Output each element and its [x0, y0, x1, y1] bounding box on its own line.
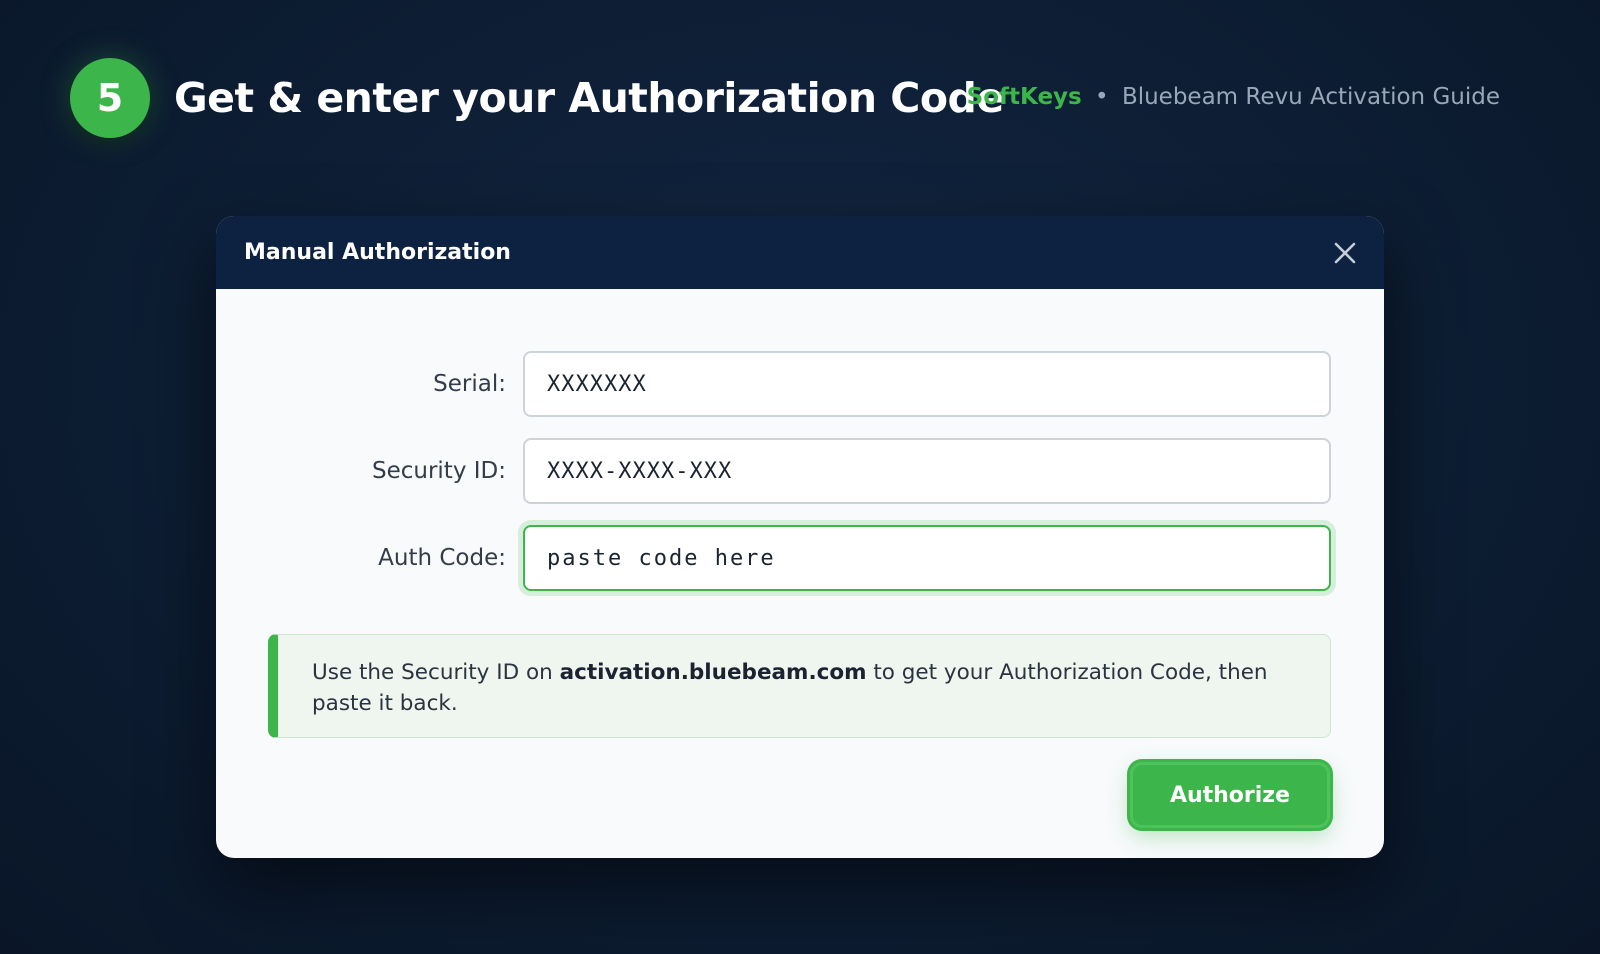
brand-name: SoftKeys: [966, 84, 1082, 110]
info-callout: Use the Security ID on activation.bluebe…: [268, 634, 1331, 738]
close-button[interactable]: [1330, 238, 1360, 268]
close-icon: [1334, 242, 1356, 264]
auth-code-row: Auth Code:: [216, 525, 1384, 591]
dialog-title: Manual Authorization: [244, 240, 511, 265]
dialog-titlebar: Manual Authorization: [216, 216, 1384, 289]
guide-header: 5 Get & enter your Authorization Code So…: [70, 58, 1500, 138]
activation-url: activation.bluebeam.com: [559, 660, 867, 685]
security-id-input[interactable]: [523, 438, 1331, 504]
brand-separator: •: [1095, 84, 1109, 110]
authorize-button[interactable]: Authorize: [1130, 762, 1330, 828]
serial-input[interactable]: [523, 351, 1331, 417]
info-text-prefix: Use the Security ID on: [312, 660, 560, 685]
brand-line: SoftKeys • Bluebeam Revu Activation Guid…: [967, 84, 1500, 110]
auth-code-input[interactable]: [523, 525, 1331, 591]
security-id-row: Security ID:: [216, 438, 1384, 504]
guide-title: Bluebeam Revu Activation Guide: [1121, 84, 1500, 110]
serial-row: Serial:: [216, 351, 1384, 417]
step-number-badge: 5: [70, 58, 150, 138]
manual-authorization-dialog: Manual Authorization Serial: Security ID…: [216, 216, 1384, 858]
auth-code-label: Auth Code:: [378, 545, 506, 571]
page-title: Get & enter your Authorization Code: [174, 74, 1004, 122]
serial-label: Serial:: [433, 371, 506, 397]
security-id-label: Security ID:: [371, 458, 506, 484]
